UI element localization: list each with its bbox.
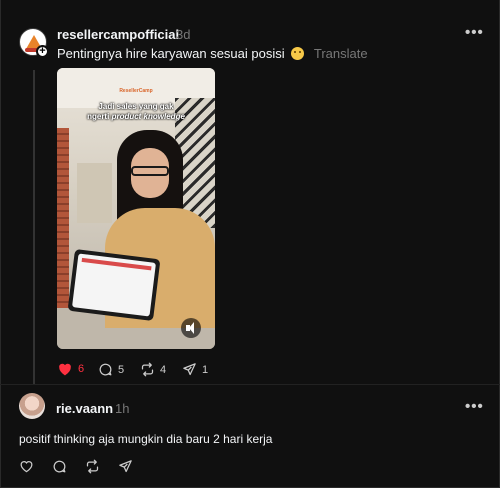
- repost-icon: [86, 459, 99, 474]
- post-divider: [0, 384, 500, 385]
- video-caption-overlay: Jadi sales yang gak ngerti product knowl…: [87, 102, 185, 121]
- reply-comment-button[interactable]: [52, 459, 67, 474]
- repost-button[interactable]: 4: [140, 362, 166, 377]
- reply-username[interactable]: rie.vaann: [56, 401, 113, 416]
- post-video[interactable]: ResellerCamp Jadi sales yang gak ngerti …: [57, 68, 215, 349]
- send-icon: [183, 363, 196, 376]
- like-button[interactable]: 6: [57, 362, 84, 376]
- translate-link[interactable]: Translate: [314, 46, 368, 61]
- post-text-line: Pentingnya hire karyawan sesuai posisi T…: [57, 46, 368, 61]
- reply-like-button[interactable]: [19, 459, 34, 473]
- reply-more-button[interactable]: •••: [465, 398, 484, 415]
- comment-count: 5: [118, 363, 125, 376]
- post-timestamp: 3d: [176, 27, 191, 42]
- reply-repost-button[interactable]: [85, 459, 100, 474]
- share-count: 1: [202, 363, 209, 376]
- like-count: 6: [78, 363, 85, 375]
- repost-count: 4: [160, 363, 167, 376]
- comment-icon: [53, 460, 66, 473]
- heart-outline-icon: [20, 461, 33, 473]
- follow-button[interactable]: +: [36, 45, 49, 58]
- reply-avatar[interactable]: [19, 393, 45, 419]
- persevering-face-emoji-icon: [291, 47, 305, 60]
- thread-line: [33, 70, 35, 384]
- mute-toggle-button[interactable]: [181, 318, 201, 338]
- video-brand-watermark: ResellerCamp: [119, 88, 153, 94]
- reply-text: positif thinking aja mungkin dia baru 2 …: [19, 432, 273, 446]
- comment-icon: [99, 363, 112, 376]
- post-more-button[interactable]: •••: [465, 24, 484, 41]
- comment-button[interactable]: 5: [98, 362, 124, 377]
- heart-filled-icon: [59, 363, 71, 376]
- share-button[interactable]: 1: [182, 362, 208, 377]
- reply-timestamp: 1h: [115, 401, 130, 416]
- post-caption: Pentingnya hire karyawan sesuai posisi: [57, 46, 285, 61]
- reply-share-button[interactable]: [118, 459, 133, 474]
- tablet-image: [67, 248, 161, 322]
- author-username[interactable]: resellercampofficial: [57, 27, 179, 42]
- send-icon: [119, 460, 132, 473]
- repost-icon: [141, 362, 154, 377]
